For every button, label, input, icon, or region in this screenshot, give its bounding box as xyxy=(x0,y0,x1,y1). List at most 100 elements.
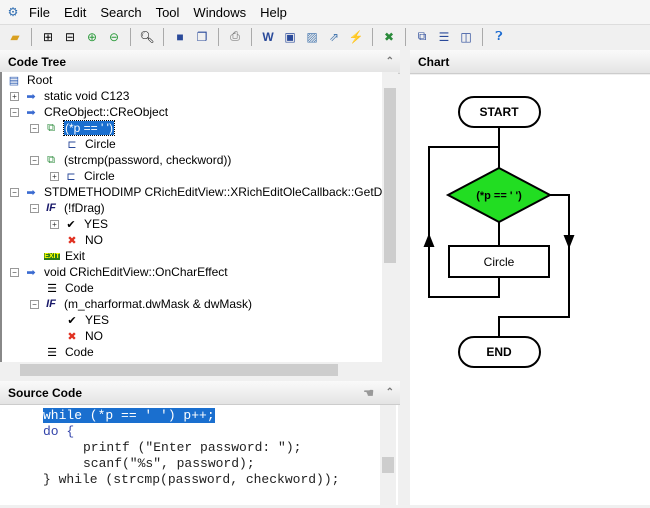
source-code-editor[interactable]: while (*p == ' ') p++; do { printf ("Ent… xyxy=(0,405,398,505)
code-line: do { xyxy=(43,424,75,439)
zoom-in-icon[interactable]: ⊕ xyxy=(83,28,101,46)
flowchart-canvas: START (*p == ' ') Circle END xyxy=(410,75,650,505)
process-label: Circle xyxy=(484,255,515,269)
pin-icon[interactable]: ☚ xyxy=(363,386,374,400)
code-line: while (*p == ' ') p++; xyxy=(43,408,215,423)
code-tree-header: Code Tree ⌃ xyxy=(0,50,400,74)
scroll-thumb[interactable] xyxy=(384,88,396,263)
source-code-title: Source Code xyxy=(8,385,83,400)
menu-tool[interactable]: Tool xyxy=(149,5,187,20)
collapse-panel-icon[interactable]: ⌃ xyxy=(386,56,394,67)
menu-bar: ⚙ File Edit Search Tool Windows Help xyxy=(0,0,650,24)
cascade-icon[interactable]: ⧉ xyxy=(413,28,431,46)
tree-item[interactable]: − ➡ void CRichEditView::OnCharEffect xyxy=(10,264,228,280)
collapse-icon[interactable]: − xyxy=(10,107,19,117)
save-icon[interactable]: ■ xyxy=(171,28,189,46)
app-icon: ⚙ xyxy=(7,5,19,19)
process-icon: ⊏ xyxy=(67,138,77,151)
connector xyxy=(428,127,570,337)
tree-item[interactable]: ✖ NO xyxy=(64,232,103,248)
loop-icon: ⧉ xyxy=(47,153,55,166)
arrow-down xyxy=(563,235,575,249)
tile-horizontal-icon[interactable]: ☰ xyxy=(435,28,453,46)
exit-icon: EXIT xyxy=(44,252,60,260)
zoom-out-icon[interactable]: ⊖ xyxy=(105,28,123,46)
help-icon[interactable]: ❓︎ xyxy=(490,28,508,46)
menu-file[interactable]: File xyxy=(22,5,57,20)
tree-item[interactable]: ☰ Code xyxy=(44,344,94,360)
process-icon: ⊏ xyxy=(66,170,76,183)
tree-item[interactable]: − ➡ STDMETHODIMP CRichEditView::XRichEditO… xyxy=(10,184,398,200)
tree-item[interactable]: + ✔ YES xyxy=(50,216,108,232)
expand-icon[interactable]: + xyxy=(50,171,59,181)
root-icon: ▤ xyxy=(8,74,20,87)
tree-item[interactable]: − IF (!fDrag) xyxy=(30,200,105,216)
tree-item[interactable]: ✔ YES xyxy=(64,312,109,328)
function-arrow-icon: ➡ xyxy=(26,266,36,279)
export-image-icon[interactable]: ⇗ xyxy=(325,28,343,46)
tile-vertical-icon[interactable]: ◫ xyxy=(457,28,475,46)
code-line: printf ("Enter password: "); xyxy=(83,440,302,455)
if-icon: IF xyxy=(46,298,56,310)
decision-label: (*p == ' ') xyxy=(476,190,522,202)
function-arrow-icon: ➡ xyxy=(26,106,36,119)
tree-vertical-scrollbar[interactable] xyxy=(382,72,398,362)
menu-edit[interactable]: Edit xyxy=(57,5,93,20)
flowchart: START (*p == ' ') Circle END xyxy=(423,96,575,368)
collapse-icon[interactable]: − xyxy=(30,203,39,213)
tree-item[interactable]: ✖ NO xyxy=(64,328,103,344)
collapse-icon[interactable]: − xyxy=(30,299,39,309)
word-export-icon[interactable]: W xyxy=(259,28,277,46)
end-label: END xyxy=(486,345,512,359)
collapse-icon[interactable]: − xyxy=(10,187,19,197)
code-icon: ☰ xyxy=(47,282,57,295)
chart-header: Chart xyxy=(410,50,650,74)
cross-icon: ✖ xyxy=(67,234,77,247)
tree-item[interactable]: ⊏ Circle xyxy=(64,136,115,152)
code-vertical-scrollbar[interactable] xyxy=(380,405,396,505)
if-icon: IF xyxy=(46,202,56,214)
function-arrow-icon: ➡ xyxy=(26,186,36,199)
expand-icon[interactable]: + xyxy=(50,219,59,229)
find-icon[interactable]: 🔍︎ xyxy=(138,28,156,46)
function-arrow-icon: ➡ xyxy=(26,90,36,103)
toolbar: ▰ ⊞ ⊟ ⊕ ⊖ 🔍︎ ■ ❐ ⎙ W ▣ ▨ ⇗ ⚡ ✖ ⧉ ☰ ◫ ❓︎ xyxy=(0,24,650,48)
tree-horizontal-scrollbar[interactable] xyxy=(2,362,380,378)
loop-icon: ⧉ xyxy=(47,121,55,134)
code-line: } while (strcmp(password, checkword)); xyxy=(43,472,340,487)
tree-item[interactable]: ☰ Code xyxy=(44,280,94,296)
splitter[interactable] xyxy=(400,48,410,505)
flowchart-icon[interactable]: ⚡ xyxy=(347,28,365,46)
expand-icon[interactable]: + xyxy=(10,91,19,101)
scroll-thumb[interactable] xyxy=(20,364,338,376)
menu-windows[interactable]: Windows xyxy=(186,5,253,20)
save-all-icon[interactable]: ❐ xyxy=(193,28,211,46)
menu-search[interactable]: Search xyxy=(93,5,148,20)
export-icon[interactable]: ▣ xyxy=(281,28,299,46)
expand-icon[interactable]: ⊞ xyxy=(39,28,57,46)
collapse-icon[interactable]: − xyxy=(10,267,19,277)
cross-icon: ✖ xyxy=(67,330,77,343)
tree-item[interactable]: − IF (m_charformat.dwMask & dwMask) xyxy=(30,296,252,312)
collapse-icon[interactable]: − xyxy=(30,155,39,165)
tree-item[interactable]: EXIT Exit xyxy=(44,248,85,264)
tree-item[interactable]: − ⧉ (strcmp(password, checkword)) xyxy=(30,152,231,168)
tools-icon[interactable]: ✖ xyxy=(380,28,398,46)
code-tree: ▤ Root + ➡ static void C123 − ➡ CReObject::CR… xyxy=(0,72,398,362)
tree-item[interactable]: − ⧉ (*p == ' ') xyxy=(30,120,115,136)
tree-root[interactable]: ▤ Root xyxy=(6,72,53,88)
collapse-icon[interactable]: − xyxy=(30,123,39,133)
collapse-icon[interactable]: ⊟ xyxy=(61,28,79,46)
code-icon: ☰ xyxy=(47,346,57,359)
image-icon[interactable]: ▨ xyxy=(303,28,321,46)
tree-item[interactable]: + ⊏ Circle xyxy=(50,168,115,184)
tree-item[interactable]: + ➡ static void C123 xyxy=(10,88,129,104)
arrow-up xyxy=(423,233,435,247)
start-label: START xyxy=(479,105,519,119)
print-icon[interactable]: ⎙ xyxy=(226,28,244,46)
open-folder-icon[interactable]: ▰ xyxy=(6,28,24,46)
menu-help[interactable]: Help xyxy=(253,5,294,20)
code-tree-title: Code Tree xyxy=(8,54,67,69)
tree-item[interactable]: − ➡ CReObject::CReObject xyxy=(10,104,168,120)
collapse-panel-icon[interactable]: ⌃ xyxy=(386,387,394,398)
